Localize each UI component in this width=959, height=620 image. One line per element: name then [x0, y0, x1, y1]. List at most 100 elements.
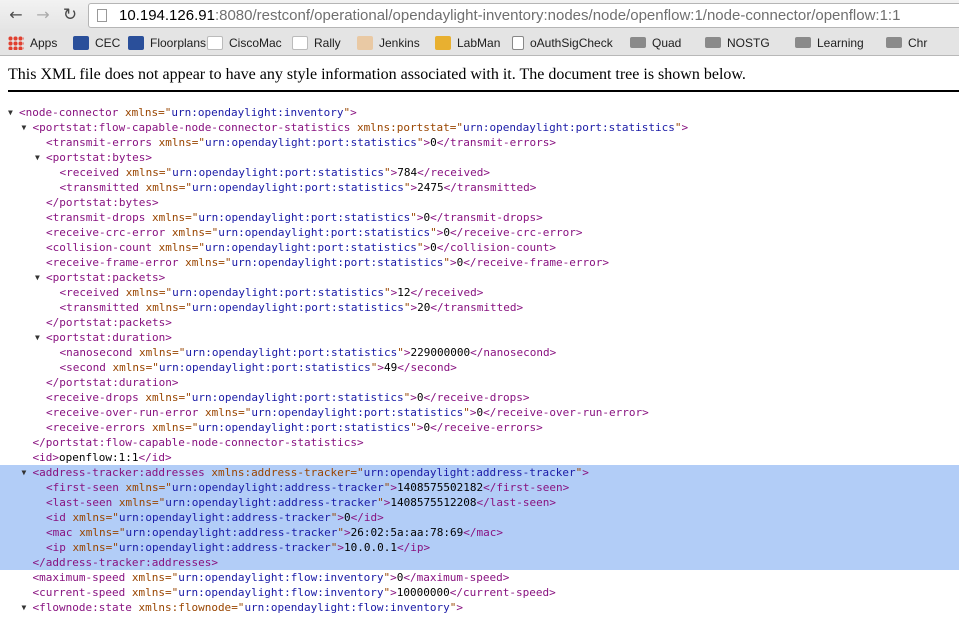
bookmark-10[interactable]: Learning — [795, 35, 864, 51]
attr-value: urn:opendaylight:port:statistics — [191, 391, 404, 404]
collapse-toggle-icon[interactable]: ▼ — [35, 150, 45, 165]
jenkins-icon — [357, 36, 373, 50]
collapse-toggle-icon[interactable]: ▼ — [8, 105, 18, 120]
xml-line: </portstat:bytes> — [0, 195, 959, 210]
forward-arrow-icon[interactable]: → — [33, 5, 53, 25]
tag-bracket: </ — [350, 511, 364, 524]
attr-name: xmlns — [125, 481, 159, 494]
bookmark-2[interactable]: Floorplans — [128, 35, 206, 51]
collapse-toggle-icon[interactable]: ▼ — [22, 120, 32, 135]
attr-quote: =" — [145, 361, 159, 374]
attr-quote: " — [410, 211, 417, 224]
attr-quote: " — [430, 226, 437, 239]
attr-value: urn:opendaylight:port:statistics — [204, 241, 417, 254]
xml-line: ▼ <flownode:state xmlns:flownode="urn:ope… — [0, 600, 959, 615]
folder-icon — [705, 37, 721, 48]
tag-name: nanosecond — [66, 346, 133, 359]
collapse-toggle-icon[interactable]: ▼ — [35, 330, 45, 345]
bookmark-1[interactable]: CEC — [73, 35, 120, 51]
collapse-toggle-icon[interactable]: ▼ — [35, 270, 45, 285]
url-text[interactable]: 10.194.126.91:8080/restconf/operational/… — [119, 7, 900, 25]
xml-line: <second xmlns="urn:opendaylight:port:sta… — [0, 360, 959, 375]
attr-quote: " — [403, 301, 411, 314]
attr-quote: " — [384, 286, 391, 299]
attr-name: xmlns:address-tracker — [211, 466, 351, 479]
tag-name: transmitted — [443, 301, 517, 314]
bookmark-0[interactable]: Apps — [8, 35, 57, 51]
tag-bracket: < — [46, 136, 53, 149]
tag-bracket: > — [549, 496, 556, 509]
bookmark-3[interactable]: CiscoMac — [207, 35, 282, 51]
address-bar[interactable]: 10.194.126.91:8080/restconf/operational/… — [88, 3, 959, 28]
attr-quote: =" — [164, 571, 179, 584]
attr-quote: =" — [204, 226, 219, 239]
back-arrow-icon[interactable]: ← — [6, 5, 26, 25]
tag-bracket: > — [410, 391, 417, 404]
text-value: 49 — [384, 361, 398, 374]
tag-name: received — [66, 286, 120, 299]
bookmark-4[interactable]: Rally — [292, 35, 341, 51]
attr-name: xmlns — [79, 526, 113, 539]
tag-name: transmit-errors — [52, 136, 152, 149]
tag-name: maximum-speed — [39, 571, 126, 584]
attr-value: urn:opendaylight:port:statistics — [172, 286, 385, 299]
tag-name: nanosecond — [483, 346, 550, 359]
tag-name: receive-errors — [443, 421, 537, 434]
attr-quote: =" — [231, 601, 245, 614]
tag-bracket: > — [549, 136, 556, 149]
tag-name: flownode:state — [39, 601, 132, 614]
tag-bracket: </ — [417, 166, 431, 179]
tag-bracket: > — [529, 181, 537, 194]
attr-quote: " — [397, 346, 404, 359]
attr-value: urn:opendaylight:flow:inventory — [244, 601, 450, 614]
tag-bracket: > — [350, 106, 357, 119]
xml-line: <id xmlns="urn:opendaylight:address-trac… — [0, 510, 959, 525]
attr-quote: " — [377, 496, 384, 509]
reload-icon[interactable]: ↻ — [60, 5, 80, 25]
tag-bracket: > — [602, 256, 609, 269]
tag-name: transmitted — [456, 181, 530, 194]
tag-bracket: </ — [430, 301, 444, 314]
xml-line: <receive-errors xmlns="urn:opendaylight:… — [0, 420, 959, 435]
attr-value: urn:opendaylight:port:statistics — [172, 166, 385, 179]
cec-icon — [128, 36, 144, 50]
bookmark-8[interactable]: Quad — [630, 35, 681, 51]
tag-bracket: > — [536, 211, 543, 224]
attr-quote: =" — [185, 421, 199, 434]
tag-name: portstat:packets — [52, 271, 159, 284]
collapse-toggle-icon[interactable]: ▼ — [22, 600, 32, 615]
attr-quote: =" — [218, 256, 232, 269]
attr-value: urn:opendaylight:address-tracker — [171, 481, 384, 494]
collapse-toggle-icon[interactable]: ▼ — [22, 465, 32, 480]
tag-bracket: < — [46, 481, 53, 494]
tag-bracket: > — [52, 451, 59, 464]
tag-name: first-seen — [496, 481, 563, 494]
tag-bracket: > — [416, 421, 424, 434]
xml-line: <transmit-errors xmlns="urn:opendaylight… — [0, 135, 959, 150]
bookmark-9[interactable]: NOSTG — [705, 35, 770, 51]
tag-name: portstat:duration — [59, 376, 172, 389]
xml-line: <received xmlns="urn:opendaylight:port:s… — [0, 165, 959, 180]
xml-line: <last-seen xmlns="urn:opendaylight:addre… — [0, 495, 959, 510]
bookmark-5[interactable]: Jenkins — [357, 35, 420, 51]
tag-bracket: </ — [463, 256, 477, 269]
attr-name: xmlns — [185, 256, 219, 269]
bookmark-7[interactable]: oAuthSigCheck — [512, 35, 613, 51]
attr-quote: =" — [158, 286, 173, 299]
tag-bracket: > — [403, 346, 411, 359]
bookmark-11[interactable]: Chr — [886, 35, 927, 51]
attr-quote: =" — [191, 241, 205, 254]
xml-line: <transmitted xmlns="urn:opendaylight:por… — [0, 300, 959, 315]
bookmark-6[interactable]: LabMan — [435, 35, 500, 51]
tag-bracket: > — [502, 571, 510, 584]
tag-name: mac — [476, 526, 497, 539]
url-host: 10.194.126.91 — [119, 7, 215, 24]
bookmark-label: Apps — [30, 36, 58, 50]
tag-name: receive-frame-error — [52, 256, 179, 269]
attr-name: xmlns — [145, 181, 179, 194]
